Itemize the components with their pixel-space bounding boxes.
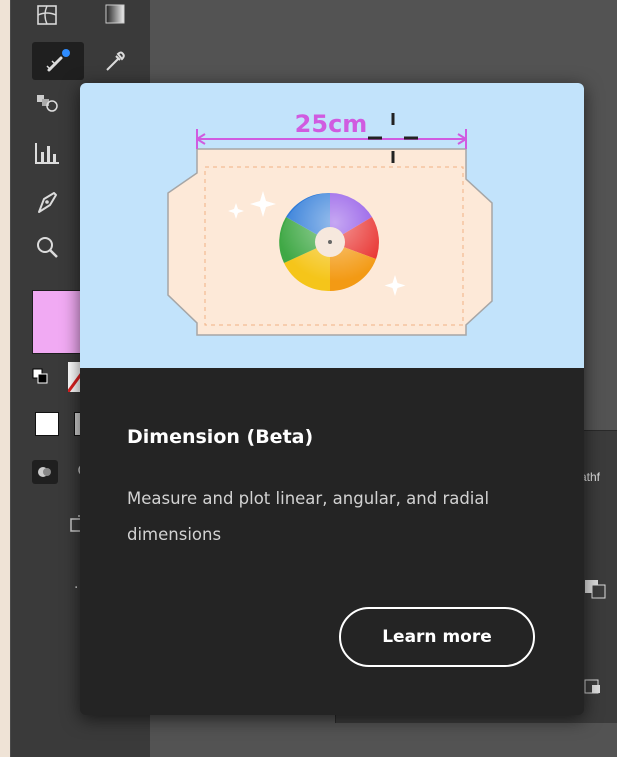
- dimension-tool-tooltip: 25cm Dimension (Beta) Measure and plot l…: [80, 83, 584, 715]
- gradient-icon[interactable]: [100, 0, 130, 30]
- tooltip-description: Measure and plot linear, angular, and ra…: [127, 489, 490, 544]
- bar-graph-icon[interactable]: [32, 138, 62, 168]
- eyedropper-icon[interactable]: [100, 46, 130, 76]
- color-wheel-icon: [279, 192, 379, 292]
- normal-mode-icon[interactable]: [35, 412, 59, 436]
- pathfinder-minus-icon[interactable]: [584, 579, 606, 599]
- blend-icon[interactable]: [32, 88, 62, 118]
- measurement-label: 25cm: [295, 110, 368, 138]
- zoom-icon[interactable]: [32, 232, 62, 262]
- dimension-illustration: 25cm: [80, 83, 584, 368]
- pathfinder-crop-icon[interactable]: [584, 679, 606, 699]
- pen-icon[interactable]: [32, 187, 62, 217]
- dimension-tool-icon[interactable]: [32, 42, 84, 80]
- tooltip-title: Dimension (Beta): [127, 426, 314, 448]
- screen-mode-icon[interactable]: [32, 460, 58, 484]
- mesh-icon[interactable]: [32, 0, 62, 30]
- default-colors-icon[interactable]: [32, 368, 48, 384]
- learn-more-button[interactable]: Learn more: [339, 607, 535, 667]
- panel-divider: [10, 0, 11, 757]
- dimension-illustration-graphic: 25cm: [167, 110, 493, 336]
